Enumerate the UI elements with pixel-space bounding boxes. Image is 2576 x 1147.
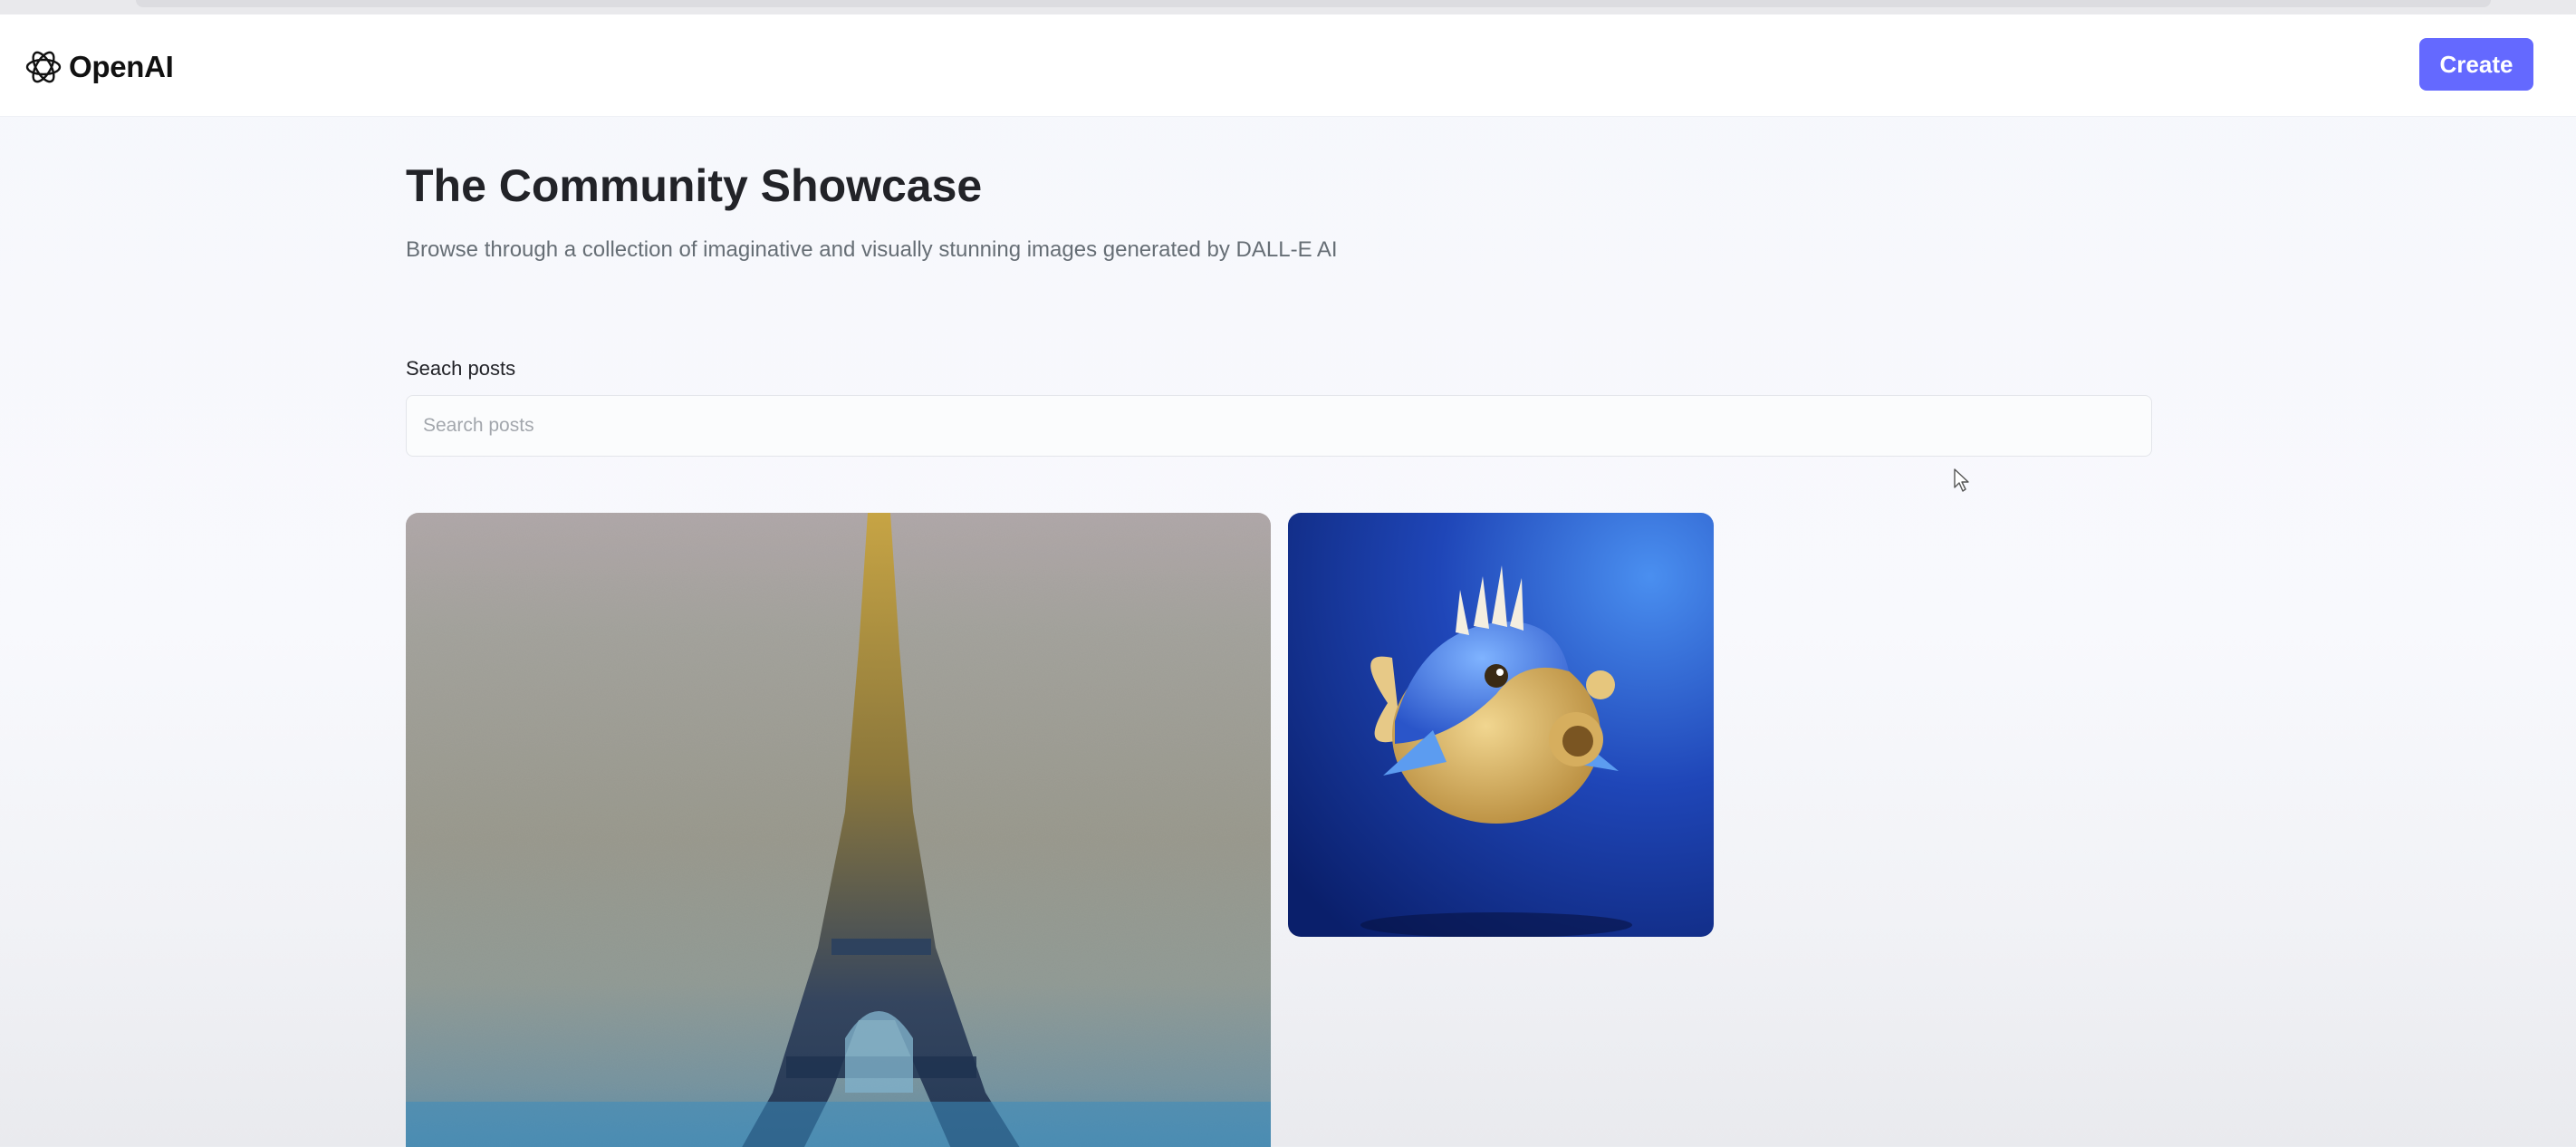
- eiffel-tower-image: [406, 513, 1271, 1147]
- browser-top-strip: [0, 0, 2576, 14]
- create-button[interactable]: Create: [2419, 38, 2533, 91]
- gallery-card-blue-fish[interactable]: [1288, 513, 1714, 937]
- site-header: OpenAI Create: [0, 14, 2576, 117]
- search-input[interactable]: [406, 395, 2152, 457]
- fish-image: [1288, 513, 1714, 937]
- page-title: The Community Showcase: [406, 160, 983, 211]
- gallery-card-eiffel-tower[interactable]: [406, 513, 1271, 1147]
- browser-address-bar[interactable]: [136, 0, 2491, 7]
- logo-text: OpenAI: [69, 50, 174, 83]
- openai-logo[interactable]: OpenAI: [24, 45, 174, 89]
- page-subtitle: Browse through a collection of imaginati…: [406, 237, 1338, 262]
- search-label: Seach posts: [406, 357, 516, 380]
- openai-logo-icon: [25, 51, 62, 83]
- mouse-cursor-icon: [1954, 468, 1969, 492]
